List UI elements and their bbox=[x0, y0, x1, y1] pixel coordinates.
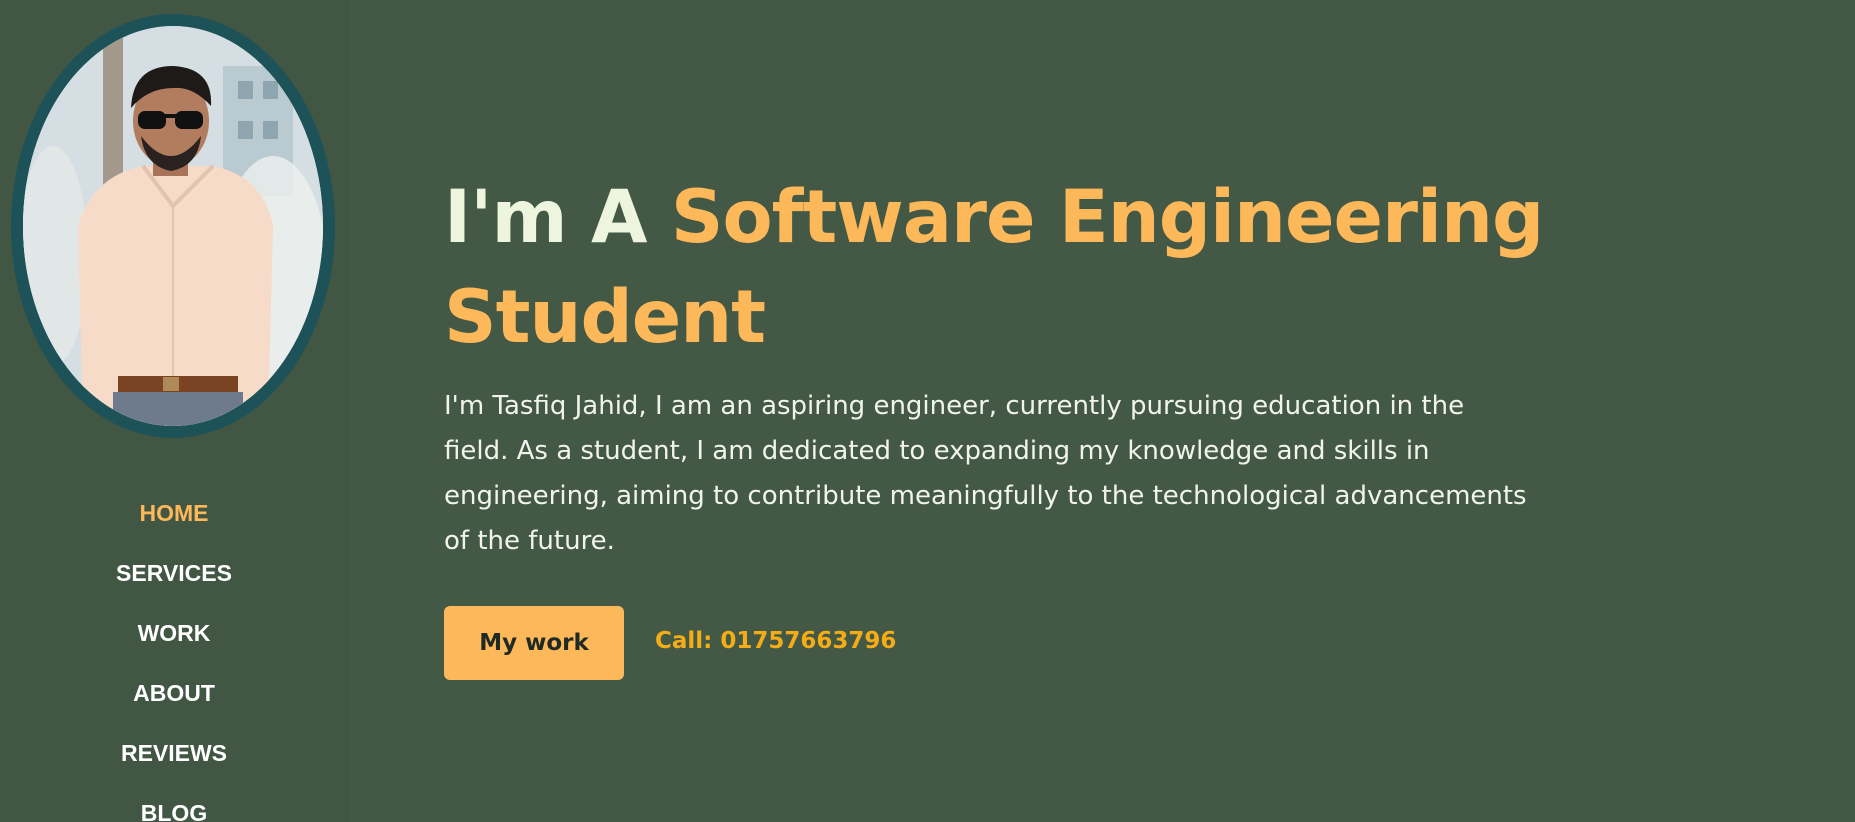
sidebar: HOME SERVICES WORK ABOUT REVIEWS BLOG bbox=[0, 0, 350, 822]
nav-item-reviews[interactable]: REVIEWS bbox=[0, 732, 348, 792]
nav-item-home[interactable]: HOME bbox=[0, 492, 348, 552]
my-work-button[interactable]: My work bbox=[444, 606, 624, 680]
hero-section: I'm A Software Engineering Student I'm T… bbox=[444, 168, 1584, 680]
hero-intro: I'm Tasfiq Jahid, I am an aspiring engin… bbox=[444, 391, 1527, 556]
nav-item-about[interactable]: ABOUT bbox=[0, 672, 348, 732]
hero-actions: My work Call: 01757663796 bbox=[444, 606, 1584, 680]
nav-item-work[interactable]: WORK bbox=[0, 612, 348, 672]
call-link[interactable]: Call: 01757663796 bbox=[655, 628, 896, 654]
avatar bbox=[23, 26, 323, 426]
main-nav: HOME SERVICES WORK ABOUT REVIEWS BLOG bbox=[0, 492, 348, 822]
avatar-frame bbox=[11, 14, 335, 438]
nav-item-services[interactable]: SERVICES bbox=[0, 552, 348, 612]
portfolio-page: HOME SERVICES WORK ABOUT REVIEWS BLOG I'… bbox=[0, 0, 1855, 822]
nav-item-blog[interactable]: BLOG bbox=[0, 792, 348, 822]
profile-photo bbox=[23, 26, 323, 426]
hero-headline: I'm A Software Engineering Student bbox=[444, 168, 1584, 368]
headline-prefix: I'm A bbox=[444, 175, 671, 260]
